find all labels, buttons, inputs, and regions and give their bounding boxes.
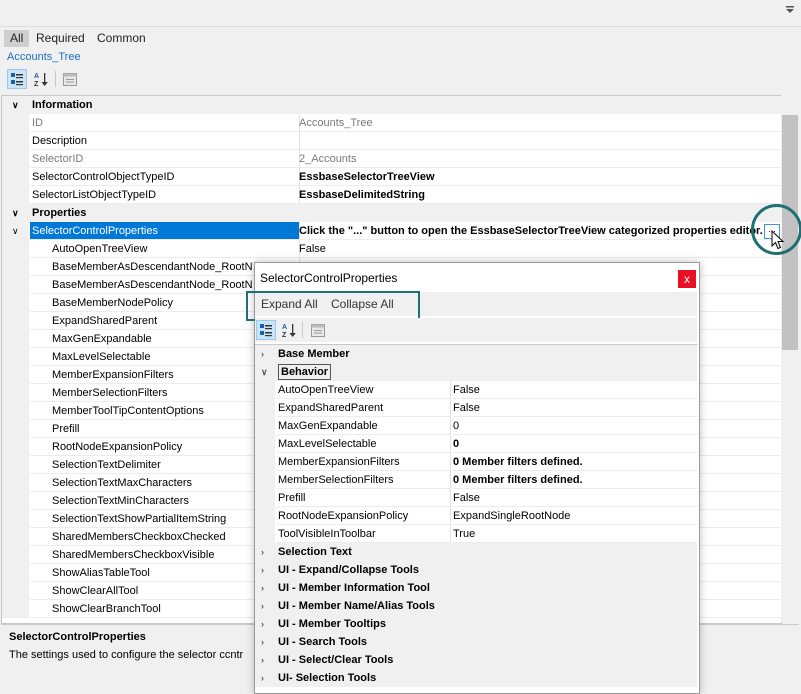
chevron-down-icon[interactable]: ∨ bbox=[12, 204, 19, 222]
grid-row[interactable]: Prefill False bbox=[255, 489, 697, 507]
chevron-right-icon[interactable]: › bbox=[261, 597, 264, 615]
tab-common[interactable]: Common bbox=[91, 30, 152, 47]
category-selection-text[interactable]: › Selection Text bbox=[255, 543, 697, 561]
category-selection-tools[interactable]: › UI- Selection Tools bbox=[255, 669, 697, 687]
chevron-down-icon[interactable]: ∨ bbox=[12, 222, 19, 240]
chevron-right-icon[interactable]: › bbox=[261, 543, 264, 561]
category-expand-collapse-tools[interactable]: › UI - Expand/Collapse Tools bbox=[255, 561, 697, 579]
category-base-member[interactable]: › Base Member bbox=[255, 345, 697, 363]
grid-row[interactable]: Description bbox=[2, 132, 781, 150]
grid-row[interactable]: SelectorListObjectTypeID EssbaseDelimited… bbox=[2, 186, 781, 204]
grid-row[interactable]: SelectorID 2_Accounts bbox=[2, 150, 781, 168]
category-properties[interactable]: ∨ Properties bbox=[2, 204, 781, 222]
category-member-tooltips[interactable]: › UI - Member Tooltips bbox=[255, 615, 697, 633]
grid-row[interactable]: MemberExpansionFilters 0 Member filters d… bbox=[255, 453, 697, 471]
dialog-property-grid: › Base Member ∨ Behavior AutoOpenTreeVie… bbox=[255, 344, 697, 689]
chevron-right-icon[interactable]: › bbox=[261, 615, 264, 633]
grid-row[interactable]: AutoOpenTreeView False bbox=[255, 381, 697, 399]
tab-all[interactable]: All bbox=[4, 30, 30, 47]
property-pages-icon[interactable] bbox=[308, 320, 328, 340]
grid-row[interactable]: MemberSelectionFilters 0 Member filters d… bbox=[255, 471, 697, 489]
chevron-right-icon[interactable]: › bbox=[261, 345, 264, 363]
svg-text:Z: Z bbox=[282, 332, 287, 338]
svg-text:Z: Z bbox=[34, 81, 39, 87]
grid-row[interactable]: ID Accounts_Tree bbox=[2, 114, 781, 132]
grid-row[interactable]: ToolVisibleInToolbar True bbox=[255, 525, 697, 543]
category-search-tools[interactable]: › UI - Search Tools bbox=[255, 633, 697, 651]
toolbar-separator bbox=[55, 71, 56, 87]
category-member-name-alias-tools[interactable]: › UI - Member Name/Alias Tools bbox=[255, 597, 697, 615]
description-text: The settings used to configure the selec… bbox=[9, 649, 244, 661]
chevron-down-icon[interactable] bbox=[785, 4, 795, 18]
description-title: SelectorControlProperties bbox=[9, 631, 146, 643]
category-member-information-tool[interactable]: › UI - Member Information Tool bbox=[255, 579, 697, 597]
object-name: Accounts_Tree bbox=[7, 51, 81, 63]
property-pages-icon[interactable] bbox=[60, 69, 80, 89]
chevron-down-icon[interactable]: ∨ bbox=[12, 96, 19, 114]
category-behavior[interactable]: ∨ Behavior bbox=[255, 363, 697, 381]
chevron-right-icon[interactable]: › bbox=[261, 579, 264, 597]
grid-row[interactable]: MaxLevelSelectable 0 bbox=[255, 435, 697, 453]
chevron-right-icon[interactable]: › bbox=[261, 669, 264, 687]
close-button[interactable]: x bbox=[678, 270, 696, 288]
grid-row-selected[interactable]: ∨ SelectorControlProperties Click the ".… bbox=[2, 222, 781, 240]
chevron-down-icon[interactable]: ∨ bbox=[261, 363, 268, 381]
grid-row[interactable]: RootNodeExpansionPolicy ExpandSingleRootN… bbox=[255, 507, 697, 525]
chevron-right-icon[interactable]: › bbox=[261, 633, 264, 651]
cursor-icon bbox=[771, 229, 785, 253]
category-select-clear-tools[interactable]: › UI - Select/Clear Tools bbox=[255, 651, 697, 669]
chevron-right-icon[interactable]: › bbox=[261, 651, 264, 669]
grid-row[interactable]: AutoOpenTreeView False bbox=[2, 240, 781, 258]
grid-row[interactable]: ExpandSharedParent False bbox=[255, 399, 697, 417]
category-information[interactable]: ∨ Information bbox=[2, 96, 781, 114]
dialog-title: SelectorControlProperties bbox=[260, 271, 398, 285]
top-bar bbox=[0, 0, 801, 27]
toolbar-separator bbox=[302, 322, 303, 338]
svg-text:A: A bbox=[282, 324, 287, 331]
grid-row[interactable]: SelectorControlObjectTypeID EssbaseSelect… bbox=[2, 168, 781, 186]
categorized-icon[interactable] bbox=[256, 320, 276, 340]
sort-az-icon[interactable]: AZ bbox=[31, 69, 51, 89]
highlight-box bbox=[246, 291, 420, 321]
grid-row[interactable]: MaxGenExpandable 0 bbox=[255, 417, 697, 435]
categorized-icon[interactable] bbox=[7, 69, 27, 89]
chevron-right-icon[interactable]: › bbox=[261, 561, 264, 579]
sort-az-icon[interactable]: AZ bbox=[279, 320, 299, 340]
svg-text:A: A bbox=[34, 73, 39, 80]
tab-required[interactable]: Required bbox=[30, 30, 91, 47]
